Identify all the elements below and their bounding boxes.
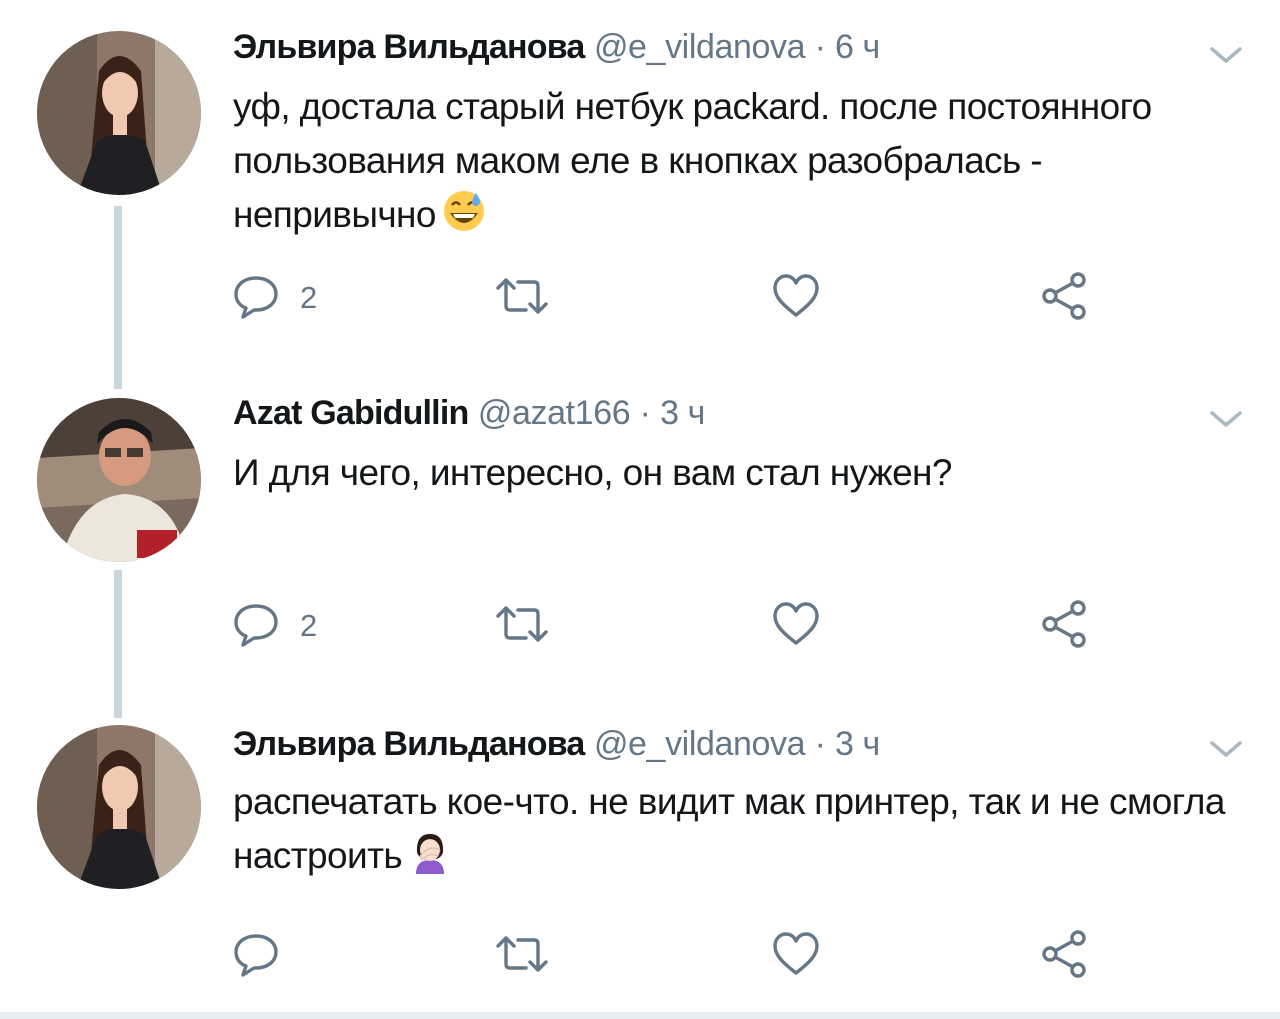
tweet-timestamp[interactable]: 3 ч	[660, 394, 705, 432]
retweet-icon	[492, 598, 552, 655]
share-button[interactable]	[1038, 928, 1090, 985]
tweet-text: уф, достала старый нетбук packard. после…	[233, 80, 1243, 248]
reply-icon	[230, 598, 282, 655]
separator-dot: ·	[814, 28, 826, 66]
author-display-name[interactable]: Эльвира Вильданова	[233, 28, 585, 66]
retweet-icon	[492, 270, 552, 327]
share-button[interactable]	[1038, 270, 1090, 327]
retweet-button[interactable]	[492, 600, 570, 652]
tweet-text-content: уф, достала старый нетбук packard. после…	[233, 86, 1152, 235]
reply-button[interactable]: 2	[230, 600, 317, 652]
like-button[interactable]	[770, 272, 840, 324]
tweet-header: Эльвира Вильданова @e_vildanova · 3 ч	[233, 722, 880, 766]
tweet[interactable]: Azat Gabidullin @azat166 · 3 ч И для чег…	[0, 390, 1280, 720]
grinning-face-with-sweat-icon	[442, 189, 486, 248]
separator-dot: ·	[814, 725, 826, 763]
share-button[interactable]	[1038, 598, 1090, 655]
feed-divider	[0, 1012, 1280, 1019]
author-handle[interactable]: @e_vildanova	[594, 28, 806, 66]
retweet-button[interactable]	[492, 930, 570, 982]
heart-icon	[770, 928, 822, 985]
like-button[interactable]	[770, 930, 840, 982]
share-icon	[1038, 928, 1090, 985]
like-button[interactable]	[770, 600, 840, 652]
author-avatar[interactable]	[37, 398, 201, 562]
author-display-name[interactable]: Эльвира Вильданова	[233, 725, 585, 763]
reply-count: 2	[300, 608, 318, 643]
chevron-down-icon[interactable]	[1206, 40, 1246, 70]
reply-icon	[230, 270, 282, 327]
tweet-text-content: распечатать кое-что. не видит мак принте…	[233, 781, 1225, 876]
woman-facepalming-icon	[408, 830, 452, 889]
tweet-text-content: И для чего, интересно, он вам стал нужен…	[233, 452, 952, 493]
tweet-text: распечатать кое-что. не видит мак принте…	[233, 775, 1243, 889]
tweet-timestamp[interactable]: 6 ч	[835, 28, 880, 66]
tweet[interactable]: Эльвира Вильданова @e_vildanova · 3 ч ра…	[0, 720, 1280, 1012]
tweet-header: Эльвира Вильданова @e_vildanova · 6 ч	[233, 25, 880, 69]
heart-icon	[770, 270, 822, 327]
reply-count: 2	[300, 280, 318, 315]
tweet-actions: 2	[230, 270, 1110, 327]
author-avatar[interactable]	[37, 725, 201, 889]
author-display-name[interactable]: Azat Gabidullin	[233, 394, 469, 432]
chevron-down-icon[interactable]	[1206, 404, 1246, 434]
tweet-timestamp[interactable]: 3 ч	[835, 725, 880, 763]
chevron-down-icon[interactable]	[1206, 734, 1246, 764]
tweet-actions: 2	[230, 598, 1110, 655]
retweet-button[interactable]	[492, 272, 570, 324]
tweet-text: И для чего, интересно, он вам стал нужен…	[233, 446, 1243, 500]
share-icon	[1038, 598, 1090, 655]
author-handle[interactable]: @azat166	[478, 394, 631, 432]
reply-button[interactable]	[230, 930, 300, 982]
separator-dot: ·	[639, 394, 651, 432]
retweet-icon	[492, 928, 552, 985]
tweet-header: Azat Gabidullin @azat166 · 3 ч	[233, 391, 705, 435]
author-handle[interactable]: @e_vildanova	[594, 725, 806, 763]
author-avatar[interactable]	[37, 31, 201, 195]
reply-button[interactable]: 2	[230, 272, 317, 324]
share-icon	[1038, 270, 1090, 327]
reply-icon	[230, 928, 282, 985]
tweet[interactable]: Эльвира Вильданова @e_vildanova · 6 ч уф…	[0, 0, 1280, 390]
tweet-actions	[230, 928, 1110, 985]
heart-icon	[770, 598, 822, 655]
